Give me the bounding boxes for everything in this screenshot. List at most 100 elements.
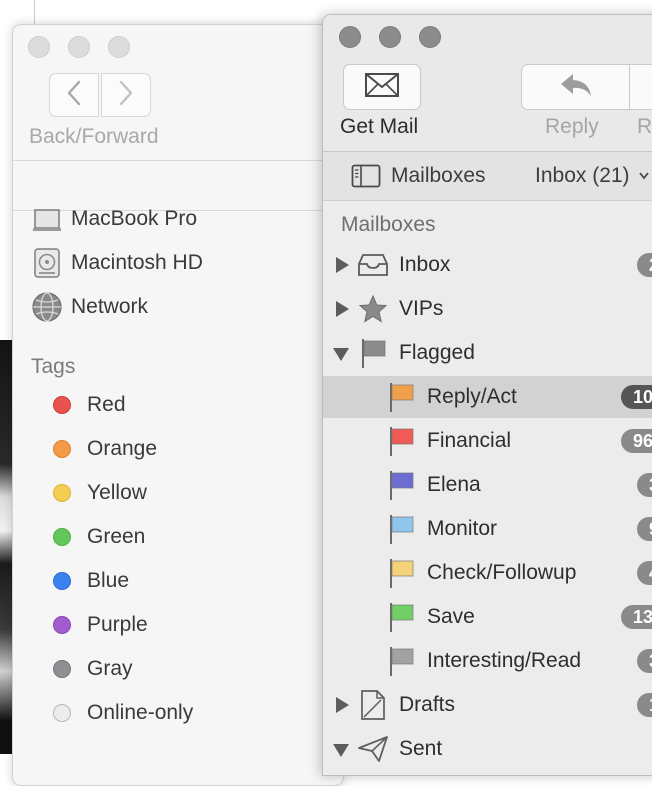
sidebar-item-label: Macintosh HD (71, 251, 203, 274)
mailbox-label: Inbox (399, 253, 451, 276)
mailbox-label: Interesting/Read (427, 649, 582, 672)
reply-label: Reply (545, 115, 599, 138)
mailbox-row-drafts[interactable]: Drafts 1 (323, 684, 652, 726)
disclosure-triangle-expanded-icon[interactable] (333, 744, 349, 757)
mailbox-row-reply-act[interactable]: Reply/Act 10 (323, 376, 652, 418)
tag-label: Purple (87, 613, 148, 636)
tag-label: Gray (87, 657, 133, 680)
mailbox-row-inbox[interactable]: Inbox 2 (323, 244, 652, 286)
mailbox-label: Monitor (427, 517, 498, 540)
back-forward-control (49, 73, 153, 119)
yellow-tag-dot-icon (53, 484, 71, 502)
orange-flag-icon (385, 381, 417, 413)
reply-all-label: Re (637, 115, 652, 138)
back-forward-caption: Back/Forward (29, 125, 159, 148)
mailbox-label: Reply/Act (427, 385, 517, 408)
mailbox-row-financial[interactable]: Financial 96 (323, 420, 652, 462)
finder-zoom-button[interactable] (108, 36, 130, 58)
mailbox-row-check-followup[interactable]: Check/Followup 4 (323, 552, 652, 594)
back-button[interactable] (49, 73, 99, 117)
get-mail-button[interactable] (343, 64, 421, 110)
sidebar-item-network[interactable]: Network (31, 289, 148, 325)
mail-close-button[interactable] (339, 26, 361, 48)
sidebar-item-label: MacBook Pro (71, 207, 198, 230)
sent-paper-plane-icon (357, 733, 389, 765)
inbox-tray-icon (357, 249, 389, 281)
mail-minimize-button[interactable] (379, 26, 401, 48)
mail-window: Get Mail Reply Re Mailboxes Inbox (21) M… (322, 14, 652, 776)
mail-zoom-button[interactable] (419, 26, 441, 48)
mailbox-row-elena[interactable]: Elena 3 (323, 464, 652, 506)
blue-tag-dot-icon (53, 572, 71, 590)
tag-purple[interactable]: Purple (53, 608, 148, 642)
tag-label: Online-only (87, 701, 194, 724)
chevron-left-icon (65, 80, 83, 111)
reply-arrow-icon (559, 72, 593, 103)
mailboxes-toggle-button[interactable]: Mailboxes (351, 152, 486, 200)
star-icon (357, 293, 389, 325)
tag-label: Yellow (87, 481, 147, 504)
mailbox-row-flagged[interactable]: Flagged (323, 332, 652, 374)
tag-yellow[interactable]: Yellow (53, 476, 147, 510)
yellow-flag-icon (385, 557, 417, 589)
mailbox-row-save[interactable]: Save 13 (323, 596, 652, 638)
purple-tag-dot-icon (53, 616, 71, 634)
network-globe-icon (31, 291, 63, 323)
tag-blue[interactable]: Blue (53, 564, 129, 598)
online-only-tag-dot-icon (53, 704, 71, 722)
finder-close-button[interactable] (28, 36, 50, 58)
gray-tag-dot-icon (53, 660, 71, 678)
disclosure-triangle-collapsed-icon[interactable] (336, 697, 349, 713)
tag-label: Blue (87, 569, 130, 592)
tag-red[interactable]: Red (53, 388, 126, 422)
get-mail-label: Get Mail (340, 115, 419, 138)
mailbox-label: Save (427, 605, 475, 628)
red-tag-dot-icon (53, 396, 71, 414)
finder-minimize-button[interactable] (68, 36, 90, 58)
gray-flag-icon (385, 645, 417, 677)
favorites-bar: Mailboxes Inbox (21) (323, 152, 652, 201)
mailbox-label: Flagged (399, 341, 475, 364)
tag-green[interactable]: Green (53, 520, 145, 554)
tag-label: Red (87, 393, 126, 416)
red-flag-icon (385, 425, 417, 457)
sidebar-item-macbook-pro[interactable]: MacBook Pro (31, 201, 197, 237)
chevron-right-icon (117, 80, 135, 111)
unread-count-badge: 96 (621, 429, 652, 453)
chevron-down-icon (638, 171, 650, 181)
disclosure-triangle-collapsed-icon[interactable] (336, 301, 349, 317)
unread-count-badge: 10 (621, 385, 652, 409)
tag-gray[interactable]: Gray (53, 652, 133, 686)
tag-online-only[interactable]: Online-only (53, 696, 193, 730)
unread-count-badge: 9 (637, 517, 652, 541)
envelope-icon (364, 72, 400, 103)
unread-count-badge: 4 (637, 561, 652, 585)
unread-count-badge: 3 (637, 473, 652, 497)
disclosure-triangle-expanded-icon[interactable] (333, 348, 349, 361)
favorite-inbox-button[interactable]: Inbox (21) (535, 152, 650, 200)
disclosure-triangle-collapsed-icon[interactable] (336, 257, 349, 273)
reply-all-button[interactable] (629, 64, 652, 110)
mailbox-row-vips[interactable]: VIPs (323, 288, 652, 330)
tags-heading: Tags (31, 355, 76, 378)
mailbox-label: VIPs (399, 297, 444, 320)
forward-button[interactable] (101, 73, 151, 117)
tag-orange[interactable]: Orange (53, 432, 157, 466)
tag-label: Green (87, 525, 146, 548)
mailbox-row-monitor[interactable]: Monitor 9 (323, 508, 652, 550)
blue-flag-icon (385, 513, 417, 545)
sidebar-toggle-icon (351, 164, 381, 188)
drafts-icon (357, 689, 389, 721)
unread-count-badge: 3 (637, 649, 652, 673)
mailbox-row-sent[interactable]: Sent (323, 728, 652, 770)
unread-count-badge: 1 (637, 693, 652, 717)
reply-button[interactable] (521, 64, 631, 110)
finder-window: Back/Forward MacBook Pro Macintosh HD Ne… (12, 24, 344, 786)
sidebar-item-macintosh-hd[interactable]: Macintosh HD (31, 245, 203, 281)
hard-drive-icon (31, 247, 63, 279)
mailbox-row-interesting-read[interactable]: Interesting/Read 3 (323, 640, 652, 682)
purple-flag-icon (385, 469, 417, 501)
mailbox-label: Check/Followup (427, 561, 577, 584)
finder-toolbar: Back/Forward (13, 25, 343, 161)
tag-label: Orange (87, 437, 158, 460)
